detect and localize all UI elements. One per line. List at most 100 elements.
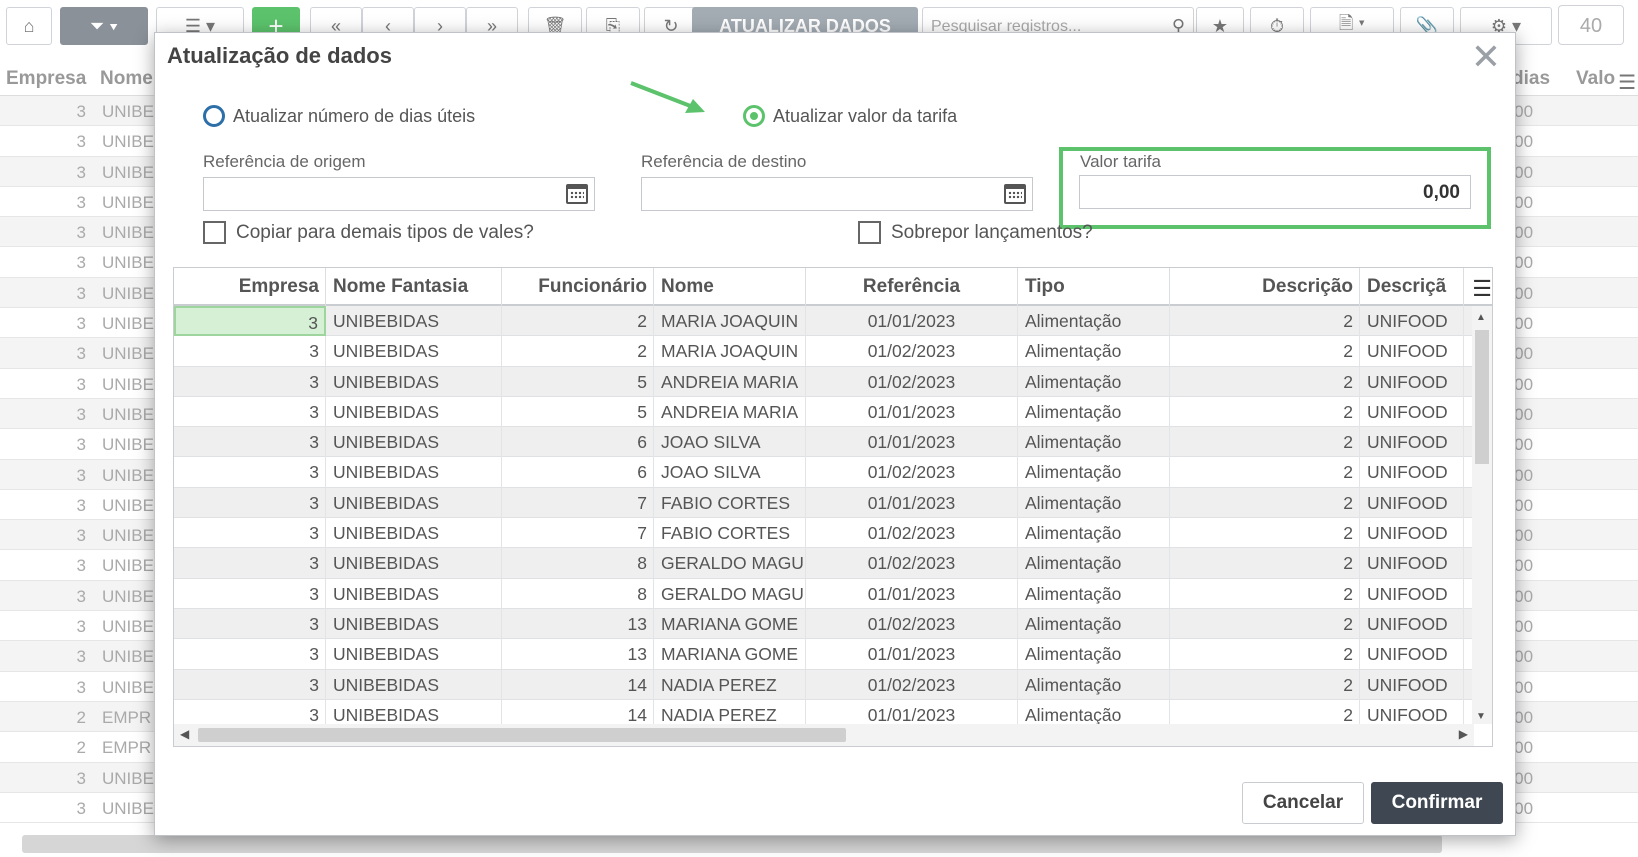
cell-funcionario[interactable]: 13	[502, 608, 654, 639]
cell-nome-fantasia[interactable]: UNIBEBIDAS	[326, 336, 502, 367]
cell-referencia[interactable]: 01/02/2023	[806, 608, 1018, 639]
radio-update-workdays[interactable]: Atualizar número de dias úteis	[203, 105, 475, 127]
cell-nome-fantasia[interactable]: UNIBEBIDAS	[326, 366, 502, 397]
table-row[interactable]: 3 UNIBEBIDAS 13 MARIANA GOME 01/02/2023 Alime…	[174, 608, 1474, 640]
destination-reference-input[interactable]	[641, 177, 1033, 211]
cell-tipo[interactable]: Alimentação	[1018, 548, 1170, 579]
cell-nome-fantasia[interactable]: UNIBEBIDAS	[326, 578, 502, 609]
cell-descricao[interactable]: 2	[1170, 457, 1360, 488]
cell-tipo[interactable]: Alimentação	[1018, 608, 1170, 639]
cell-nome[interactable]: NADIA PEREZ	[654, 669, 806, 700]
overwrite-entries-checkbox[interactable]: Sobrepor lançamentos?	[858, 221, 1093, 244]
cell-funcionario[interactable]: 6	[502, 427, 654, 458]
filter-button[interactable]: ⏷ ▾	[60, 7, 148, 45]
table-row[interactable]: 3 UNIBEBIDAS 6 JOAO SILVA 01/01/2023 Alimenta…	[174, 427, 1474, 458]
cell-tipo[interactable]: Alimentação	[1018, 639, 1170, 670]
cell-tipo[interactable]: Alimentação	[1018, 457, 1170, 488]
scroll-left-icon[interactable]: ◀	[180, 727, 189, 741]
cell-funcionario[interactable]: 5	[502, 366, 654, 397]
background-vertical-scrollbar[interactable]	[1618, 96, 1638, 826]
cell-tipo[interactable]: Alimentação	[1018, 518, 1170, 549]
cell-nome[interactable]: NADIA PEREZ	[654, 699, 806, 724]
cell-nome-fantasia[interactable]: UNIBEBIDAS	[326, 396, 502, 427]
cell-descricao[interactable]: 2	[1170, 639, 1360, 670]
cell-nome-fantasia[interactable]: UNIBEBIDAS	[326, 427, 502, 458]
radio-update-tariff[interactable]: Atualizar valor da tarifa	[743, 105, 957, 127]
copy-checkbox-box[interactable]	[203, 221, 226, 244]
cell-nome[interactable]: FABIO CORTES	[654, 487, 806, 518]
cell-nome-fantasia[interactable]: UNIBEBIDAS	[326, 457, 502, 488]
cell-nome[interactable]: MARIA JOAQUIN	[654, 336, 806, 367]
cell-funcionario[interactable]: 5	[502, 396, 654, 427]
cell-descricao-2[interactable]: UNIFOOD	[1360, 518, 1464, 549]
radio-tariff-circle[interactable]	[743, 105, 765, 127]
cell-descricao-2[interactable]: UNIFOOD	[1360, 548, 1464, 579]
cell-descricao-2[interactable]: UNIFOOD	[1360, 366, 1464, 397]
cell-nome[interactable]: FABIO CORTES	[654, 518, 806, 549]
cell-nome-fantasia[interactable]: UNIBEBIDAS	[326, 699, 502, 724]
copy-other-vouchers-checkbox[interactable]: Copiar para demais tipos de vales?	[203, 221, 534, 244]
grid-hscroll-thumb[interactable]	[198, 728, 846, 742]
table-row[interactable]: 3 UNIBEBIDAS 7 FABIO CORTES 01/01/2023 Alimen…	[174, 487, 1474, 519]
cell-tipo[interactable]: Alimentação	[1018, 669, 1170, 700]
cell-descricao[interactable]: 2	[1170, 518, 1360, 549]
cell-nome[interactable]: MARIANA GOME	[654, 608, 806, 639]
cell-empresa[interactable]: 3	[174, 396, 326, 427]
cell-tipo[interactable]: Alimentação	[1018, 306, 1170, 336]
cell-empresa[interactable]: 3	[174, 336, 326, 367]
cell-descricao[interactable]: 2	[1170, 578, 1360, 609]
col-nome[interactable]: Nome	[654, 268, 806, 306]
cell-empresa[interactable]: 3	[174, 578, 326, 609]
col-funcionario[interactable]: Funcionário	[502, 268, 654, 306]
bg-hscroll-thumb[interactable]	[22, 835, 1442, 853]
home-button[interactable]: ⌂	[6, 7, 52, 45]
cell-referencia[interactable]: 01/01/2023	[806, 487, 1018, 518]
record-count[interactable]: 40	[1558, 5, 1624, 45]
cell-referencia[interactable]: 01/02/2023	[806, 548, 1018, 579]
cell-empresa[interactable]: 3	[174, 427, 326, 458]
cell-tipo[interactable]: Alimentação	[1018, 699, 1170, 724]
cell-descricao-2[interactable]: UNIFOOD	[1360, 306, 1464, 336]
cell-descricao[interactable]: 2	[1170, 699, 1360, 724]
table-row[interactable]: 3 UNIBEBIDAS 5 ANDREIA MARIA 01/01/2023 Alime…	[174, 396, 1474, 428]
grid-vscroll-thumb[interactable]	[1475, 330, 1489, 464]
cell-empresa[interactable]: 3	[174, 608, 326, 639]
scroll-right-icon[interactable]: ▶	[1459, 727, 1468, 741]
bg-column-menu-icon[interactable]: ☰	[1618, 70, 1636, 95]
grid-column-menu-icon[interactable]: ☰	[1472, 276, 1492, 302]
cell-funcionario[interactable]: 14	[502, 669, 654, 700]
cell-funcionario[interactable]: 2	[502, 306, 654, 336]
close-icon[interactable]: ✕	[1471, 37, 1501, 77]
cell-descricao[interactable]: 2	[1170, 366, 1360, 397]
table-row[interactable]: 3 UNIBEBIDAS 14 NADIA PEREZ 01/02/2023 Alimen…	[174, 669, 1474, 700]
cell-referencia[interactable]: 01/02/2023	[806, 457, 1018, 488]
cell-empresa[interactable]: 3	[174, 548, 326, 579]
cell-nome-fantasia[interactable]: UNIBEBIDAS	[326, 487, 502, 518]
cell-nome-fantasia[interactable]: UNIBEBIDAS	[326, 639, 502, 670]
cell-referencia[interactable]: 01/01/2023	[806, 306, 1018, 336]
cell-descricao-2[interactable]: UNIFOOD	[1360, 396, 1464, 427]
cell-descricao-2[interactable]: UNIFOOD	[1360, 699, 1464, 724]
cell-descricao[interactable]: 2	[1170, 396, 1360, 427]
cell-nome[interactable]: ANDREIA MARIA	[654, 396, 806, 427]
col-referencia[interactable]: Referência	[806, 268, 1018, 306]
cell-descricao[interactable]: 2	[1170, 427, 1360, 458]
bg-col-valor[interactable]: Valo	[1576, 68, 1615, 90]
cell-nome-fantasia[interactable]: UNIBEBIDAS	[326, 518, 502, 549]
cell-nome-fantasia[interactable]: UNIBEBIDAS	[326, 608, 502, 639]
cell-descricao-2[interactable]: UNIFOOD	[1360, 457, 1464, 488]
col-empresa[interactable]: Empresa	[174, 268, 326, 306]
cell-tipo[interactable]: Alimentação	[1018, 487, 1170, 518]
confirm-button[interactable]: Confirmar	[1371, 782, 1503, 824]
cell-descricao[interactable]: 2	[1170, 306, 1360, 336]
cell-funcionario[interactable]: 2	[502, 336, 654, 367]
cell-empresa[interactable]: 3	[174, 457, 326, 488]
cancel-button[interactable]: Cancelar	[1242, 782, 1364, 824]
cell-empresa[interactable]: 3	[174, 669, 326, 700]
cell-funcionario[interactable]: 7	[502, 518, 654, 549]
cell-nome[interactable]: ANDREIA MARIA	[654, 366, 806, 397]
grid-vertical-scrollbar[interactable]: ▲ ▼	[1472, 306, 1492, 724]
table-row[interactable]: 3 UNIBEBIDAS 8 GERALDO MAGU 01/02/2023 Alimen…	[174, 548, 1474, 579]
cell-referencia[interactable]: 01/02/2023	[806, 518, 1018, 549]
cell-descricao-2[interactable]: UNIFOOD	[1360, 669, 1464, 700]
